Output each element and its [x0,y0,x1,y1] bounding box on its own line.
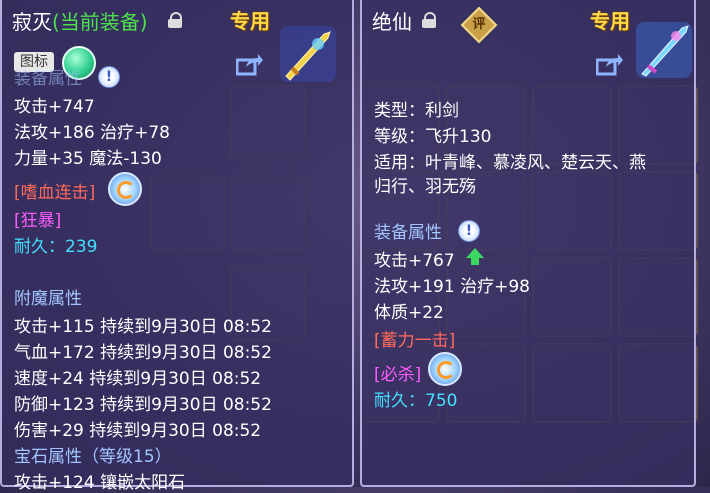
item-type: 类型：利剑 [374,101,459,121]
enchant-line: 伤害+29 持续到9月30日 08:52 [14,421,262,441]
lock-icon[interactable] [422,12,436,28]
item-name: 寂灭 [12,10,52,34]
share-icon[interactable] [596,52,624,76]
stat-line: 法攻+186 治疗+78 [14,123,170,143]
equipment-attr-header: 装备属性 [374,223,442,243]
stat-up-arrow-icon [466,248,484,265]
weapon-icon [636,22,692,78]
exclusive-badge: 专用 [230,9,270,33]
enchant-line: 攻击+115 持续到9月30日 08:52 [14,317,272,337]
special-effect: [狂暴] [14,211,62,231]
equipment-attr-header: 装备属性 [14,69,82,89]
gem-header: 宝石属性（等级15） [14,447,172,467]
gem-line: 攻击+124 镶嵌太阳石 [14,473,186,493]
special-skill: [蓄力一击] [374,331,456,351]
durability: 耐久：750 [374,391,458,411]
rate-badge[interactable]: 评 [460,6,498,44]
compared-item-tooltip: 绝仙 评 专用 类型：利剑 等级：飞升130 适用：叶青峰、慕凌风、楚云天、燕 … [360,0,696,487]
stat-line: 力量+35 魔法-130 [14,149,162,169]
info-icon[interactable]: ! [98,66,120,88]
share-icon[interactable] [236,52,264,76]
item-title: 寂灭(当前装备) [12,6,148,35]
enchant-line: 速度+24 持续到9月30日 08:52 [14,369,262,389]
skill-icon[interactable] [108,172,142,206]
enchant-line: 气血+172 持续到9月30日 08:52 [14,343,272,363]
weapon-icon [280,26,336,82]
stat-line: 攻击+767 [374,251,455,271]
info-icon[interactable]: ! [458,220,480,242]
equipped-tag: (当前装备) [52,10,148,34]
equipped-item-tooltip: 寂灭(当前装备) 专用 图标 装备属性 ! 攻击+747 法攻+186 治疗+7… [0,0,354,493]
enchant-header: 附魔属性 [14,289,82,309]
suitable-characters: 适用：叶青峰、慕凌风、楚云天、燕 [374,153,646,173]
durability: 耐久：239 [14,237,98,257]
stat-line: 攻击+747 [14,97,95,117]
enchant-line: 防御+123 持续到9月30日 08:52 [14,395,272,415]
special-skill: [嗜血连击] [14,183,96,203]
item-name: 绝仙 [372,10,412,34]
special-effect: [必杀] [374,365,422,385]
lock-icon[interactable] [168,12,182,28]
stat-line: 法攻+191 治疗+98 [374,277,530,297]
item-level: 等级：飞升130 [374,127,492,147]
skill-icon[interactable] [428,352,462,386]
stat-line: 体质+22 [374,303,444,323]
exclusive-badge: 专用 [590,9,630,33]
suitable-characters-cont: 归行、羽无殇 [374,177,476,197]
